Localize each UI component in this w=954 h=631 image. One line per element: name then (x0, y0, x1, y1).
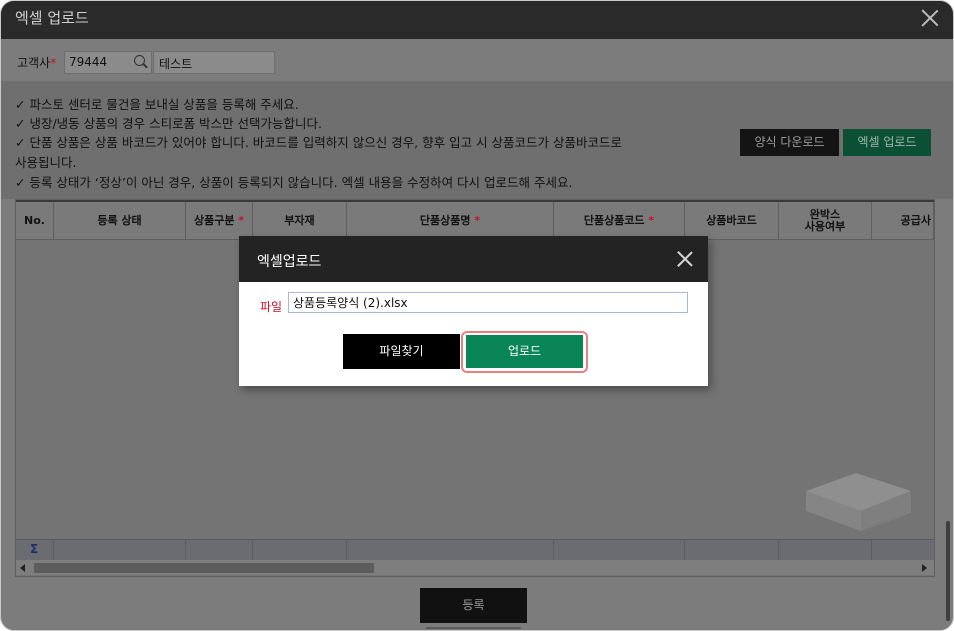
excel-upload-button[interactable]: 엑셀 업로드 (843, 129, 931, 156)
modal-title: 엑셀업로드 (257, 254, 322, 270)
scroll-right-icon[interactable] (922, 564, 927, 572)
template-download-button[interactable]: 양식 다운로드 (740, 129, 839, 156)
notice-2: ✓ 냉장/냉동 상품의 경우 스티로폼 박스만 선택가능합니다. (15, 116, 322, 131)
sum-cell (186, 540, 253, 560)
horizontal-scrollbar[interactable] (16, 560, 934, 575)
notice-1: ✓ 파스토 센터로 물건을 보내실 상품을 등록해 주세요. (15, 97, 299, 112)
file-path-field[interactable]: 상품등록양식 (2).xlsx (288, 292, 688, 313)
client-row: 고객사* 79444 테스트 (1, 39, 953, 81)
column-header-material[interactable]: 부자재 (253, 202, 347, 239)
sum-row: Σ (16, 539, 934, 560)
sum-cell (554, 540, 685, 560)
notice-4: 사용됩니다. (15, 155, 77, 170)
sum-cell (253, 540, 347, 560)
sum-cell (779, 540, 872, 560)
notice-5: ✓ 등록 상태가 ‘정상’이 아닌 경우, 상품이 등록되지 않습니다. 엑셀 … (15, 175, 573, 190)
file-label: 파일 (260, 300, 283, 314)
column-header-no[interactable]: No. (16, 202, 54, 239)
register-button[interactable]: 등록 (420, 588, 527, 623)
column-header-product-code[interactable]: 단품상품코드 * (554, 202, 685, 239)
sum-cell (54, 540, 186, 560)
close-icon[interactable] (676, 250, 694, 268)
notice-panel: ✓ 파스토 센터로 물건을 보내실 상품을 등록해 주세요. ✓ 냉장/냉동 상… (1, 81, 953, 199)
close-icon[interactable] (919, 7, 941, 29)
find-file-button[interactable]: 파일찾기 (343, 334, 460, 369)
register-underline (426, 627, 521, 629)
sum-cell (685, 540, 779, 560)
grid-header: No. 등록 상태 상품구분 * 부자재 단품상품명 * 단품상품코드 * 상품… (16, 200, 934, 240)
window-title: 엑셀 업로드 (15, 9, 89, 27)
column-header-barcode[interactable]: 상품바코드 (685, 202, 779, 239)
search-icon[interactable] (134, 55, 145, 66)
notice-3: ✓ 단품 상품은 상품 바코드가 있어야 합니다. 바코드를 입력하지 않으신 … (15, 135, 623, 150)
excel-upload-modal: 엑셀업로드 파일 상품등록양식 (2).xlsx 파일찾기 업로드 (239, 236, 708, 386)
client-code-field[interactable]: 79444 (64, 51, 152, 74)
sum-cell (347, 540, 554, 560)
column-header-supplier[interactable]: 공급사 (872, 202, 934, 239)
client-label: 고객사* (17, 56, 57, 70)
client-code-value: 79444 (69, 55, 108, 69)
column-header-product-name[interactable]: 단품상품명 * (347, 202, 554, 239)
sum-cell (16, 540, 54, 560)
upload-button[interactable]: 업로드 (466, 335, 583, 368)
column-header-status[interactable]: 등록 상태 (54, 202, 186, 239)
client-name-field: 테스트 (153, 51, 275, 74)
vertical-scrollbar[interactable] (946, 521, 950, 621)
column-header-full-box[interactable]: 완박스 사용여부 (779, 202, 872, 239)
client-name-value: 테스트 (159, 57, 193, 71)
column-header-category[interactable]: 상품구분 * (186, 202, 253, 239)
window-titlebar: 엑셀 업로드 (1, 1, 953, 39)
scroll-left-icon[interactable] (20, 564, 25, 572)
modal-header: 엑셀업로드 (239, 236, 708, 282)
empty-box-icon (806, 473, 911, 531)
scrollbar-thumb[interactable] (34, 563, 374, 573)
